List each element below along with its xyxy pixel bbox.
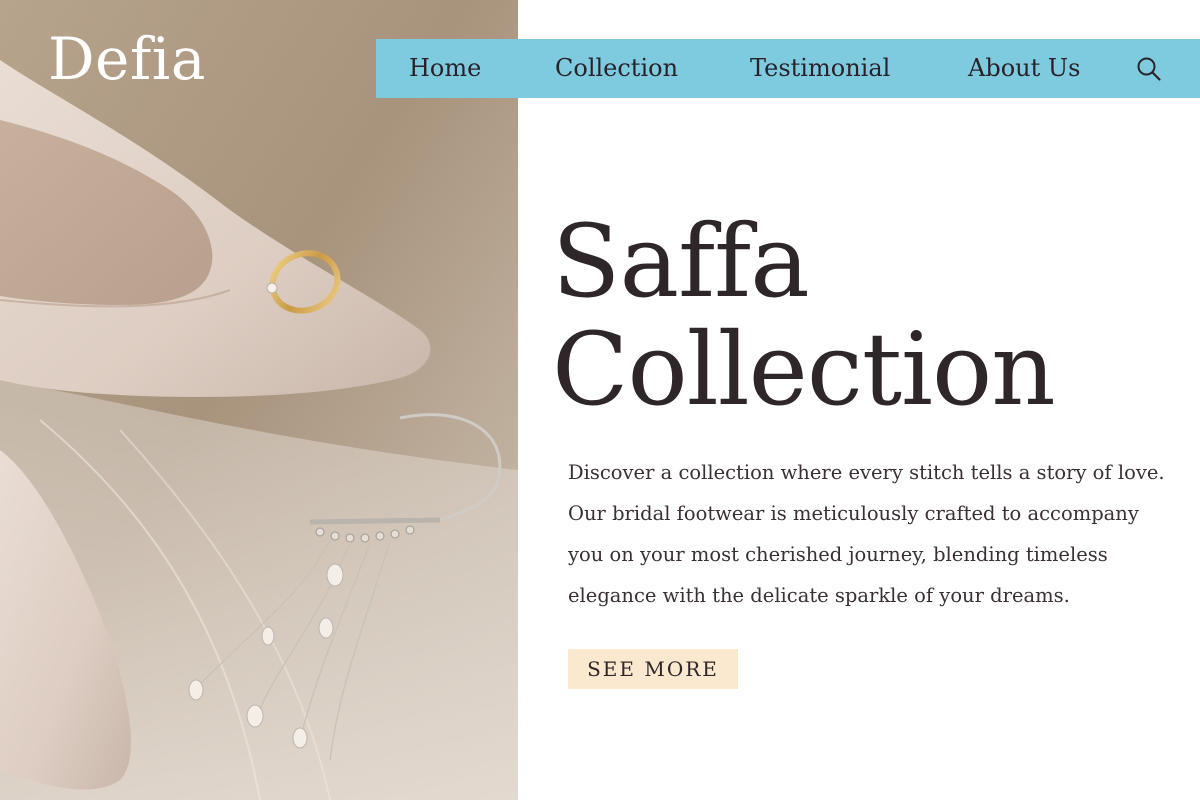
search-icon: [1137, 57, 1161, 81]
nav-item-testimonial[interactable]: Testimonial: [750, 53, 890, 83]
brand-logo[interactable]: Defia: [48, 30, 206, 88]
hero-title-line2: Collection: [552, 311, 1056, 428]
hero-description: Discover a collection where every stitch…: [568, 461, 1165, 607]
bridal-shoe-illustration: [0, 0, 518, 800]
see-more-button[interactable]: SEE MORE: [568, 649, 738, 689]
nav-item-about-us[interactable]: About Us: [968, 53, 1080, 83]
hero-title: Saffa Collection: [552, 203, 1056, 428]
nav-item-collection[interactable]: Collection: [555, 53, 678, 83]
landing-page: Defia Home Collection Testimonial About …: [0, 0, 1200, 800]
hero-photo: Defia: [0, 0, 518, 800]
top-navigation: Home Collection Testimonial About Us: [376, 39, 1200, 98]
search-button[interactable]: [1135, 55, 1163, 83]
nav-item-home[interactable]: Home: [409, 53, 481, 83]
hero-title-line1: Saffa: [552, 203, 810, 320]
